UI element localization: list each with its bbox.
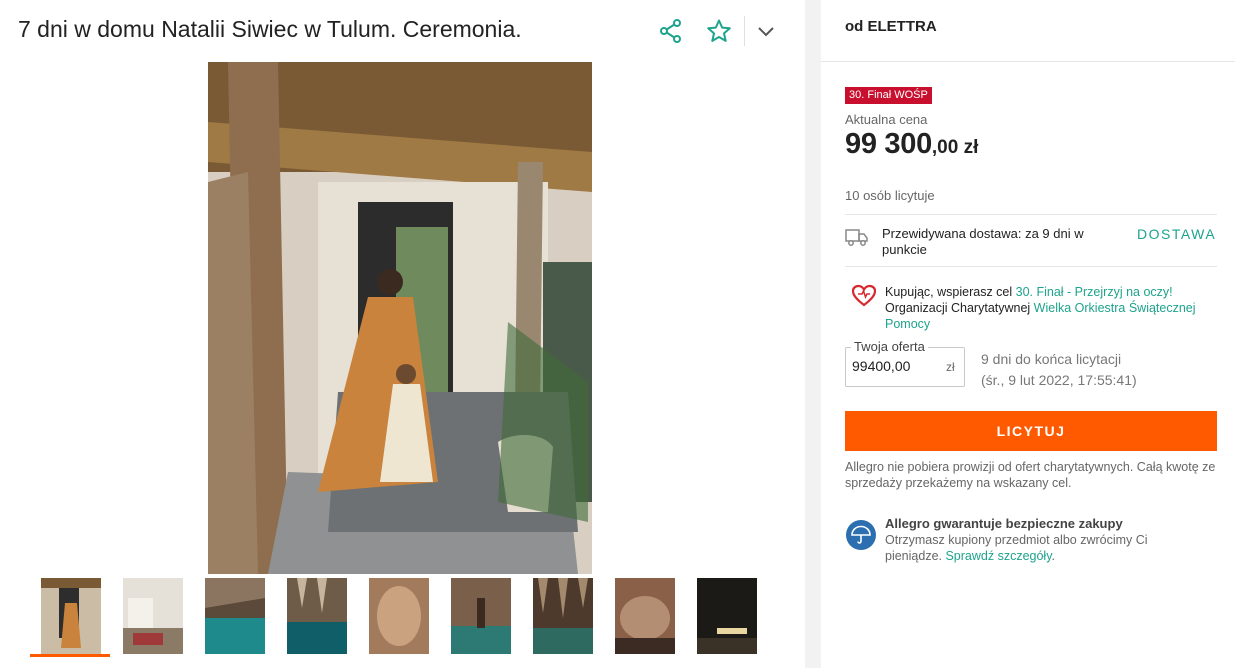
header-divider <box>744 16 745 46</box>
bidders-count: 10 osób licytuje <box>845 188 935 203</box>
bid-button[interactable]: LICYTUJ <box>845 411 1217 451</box>
umbrella-icon <box>851 525 871 544</box>
thumbnail-7[interactable] <box>533 578 593 654</box>
auction-end-info: 9 dni do końca licytacji (śr., 9 lut 202… <box>981 349 1137 391</box>
thumbnail-1[interactable] <box>41 578 101 654</box>
divider <box>845 214 1217 215</box>
guarantee-title: Allegro gwarantuje bezpieczne zakupy <box>885 516 1123 531</box>
thumbnail-9[interactable] <box>697 578 757 654</box>
photo-illustration <box>208 62 592 574</box>
charity-goal-link[interactable]: 30. Finał - Przejrzyj na oczy! <box>1016 285 1173 299</box>
offer-label: Twoja oferta <box>851 339 928 354</box>
active-thumbnail-indicator <box>30 654 110 657</box>
panel-divider <box>821 61 1235 62</box>
expand-button[interactable] <box>752 17 780 45</box>
heart-icon <box>851 284 877 307</box>
chevron-down-icon <box>758 27 774 37</box>
price-main: 99 300 <box>845 128 932 160</box>
thumbnail-strip <box>30 578 790 658</box>
favorite-button[interactable] <box>705 17 733 45</box>
current-price: 99 300,00 zł <box>845 128 978 161</box>
offer-currency: zł <box>946 360 955 374</box>
thumbnail-4[interactable] <box>287 578 347 654</box>
guarantee-details-link[interactable]: Sprawdź szczegóły <box>945 549 1051 563</box>
thumbnail-3[interactable] <box>205 578 265 654</box>
share-button[interactable] <box>657 17 685 45</box>
auction-end-date: (śr., 9 lut 2022, 17:55:41) <box>981 372 1137 388</box>
star-icon <box>707 19 731 42</box>
price-label: Aktualna cena <box>845 112 928 127</box>
charity-text-2: Organizacji Charytatywnej <box>885 301 1034 315</box>
charity-text-1: Kupując, wspierasz cel <box>885 285 1016 299</box>
page-title: 7 dni w domu Natalii Siwiec w Tulum. Cer… <box>18 16 522 42</box>
main-product-photo[interactable] <box>208 62 592 574</box>
auction-time-left: 9 dni do końca licytacji <box>981 351 1122 367</box>
guarantee-period: . <box>1051 549 1056 563</box>
thumbnail-6[interactable] <box>451 578 511 654</box>
truck-icon <box>845 229 868 246</box>
thumbnail-2[interactable] <box>123 578 183 654</box>
offer-input[interactable] <box>852 358 932 374</box>
delivery-link[interactable]: DOSTAWA <box>1137 226 1216 242</box>
product-media-panel: 7 dni w domu Natalii Siwiec w Tulum. Cer… <box>0 0 805 668</box>
guarantee-badge <box>846 520 876 550</box>
price-fraction: ,00 zł <box>931 137 979 158</box>
purchase-panel: od ELETTRA 30. Finał WOŚP Aktualna cena … <box>821 0 1235 668</box>
thumbnail-5[interactable] <box>369 578 429 654</box>
thumbnail-8[interactable] <box>615 578 675 654</box>
panel-gutter <box>805 0 821 668</box>
guarantee-text: Otrzymasz kupiony przedmiot albo zwrócim… <box>885 532 1205 564</box>
divider <box>845 266 1217 267</box>
charity-badge: 30. Finał WOŚP <box>845 87 932 104</box>
seller-name[interactable]: od ELETTRA <box>845 18 937 35</box>
charity-info: Kupując, wspierasz cel 30. Finał - Przej… <box>885 284 1205 332</box>
delivery-estimate: Przewidywana dostawa: za 9 dni w punkcie <box>882 226 1084 257</box>
commission-note: Allegro nie pobiera prowizji od ofert ch… <box>845 460 1216 490</box>
share-icon <box>660 19 681 43</box>
